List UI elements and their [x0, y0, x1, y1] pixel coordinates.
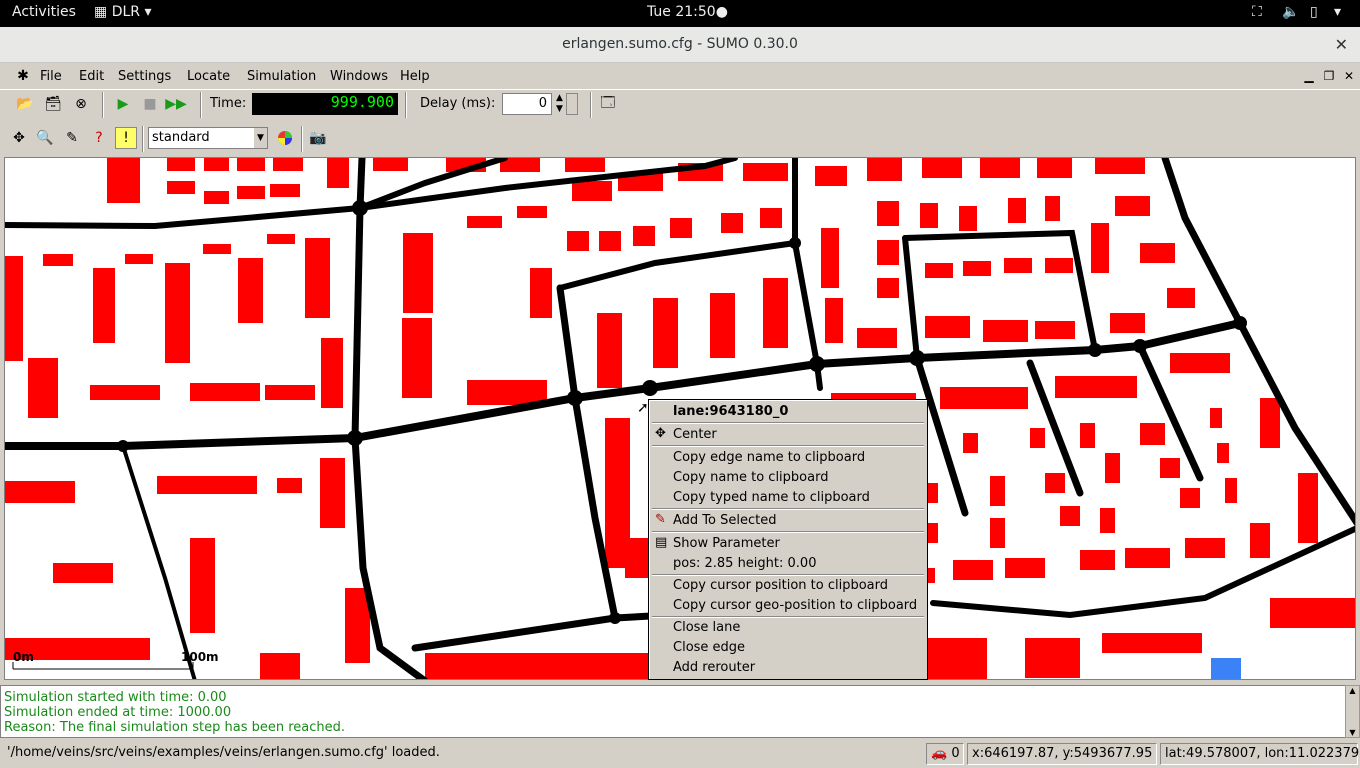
- message-line: Simulation started with time: 0.00: [4, 690, 227, 705]
- menu-position-info: pos: 2.85 height: 0.00: [673, 556, 817, 571]
- volume-icon[interactable]: 🔈: [1282, 4, 1299, 20]
- menu-copy-cursor-position[interactable]: Copy cursor position to clipboard: [673, 578, 888, 593]
- toolbar-separator: [405, 92, 407, 118]
- battery-icon[interactable]: ▯: [1310, 4, 1318, 20]
- cursor-icon: ➚: [637, 400, 649, 416]
- vehicle-count: 🚗 0: [926, 743, 964, 765]
- toolbar-separator: [142, 126, 144, 152]
- message-window[interactable]: Simulation started with time: 0.00 Simul…: [0, 685, 1346, 738]
- menu-add-to-selected[interactable]: Add To Selected: [673, 513, 776, 528]
- scale-bar-right-label: 100m: [181, 650, 219, 664]
- toolbar-separator: [590, 92, 592, 118]
- delay-input[interactable]: 0: [502, 93, 552, 115]
- menu-help[interactable]: Help: [400, 69, 430, 84]
- menu-close-edge[interactable]: Close edge: [673, 640, 745, 655]
- network-icon[interactable]: ⛶: [1252, 4, 1262, 20]
- toolbar-separator: [102, 92, 104, 118]
- cursor-latlon: lat:49.578007, lon:11.022379: [1160, 743, 1359, 765]
- status-bar: '/home/veins/src/veins/examples/veins/er…: [0, 740, 1360, 768]
- scroll-down-icon[interactable]: ▼: [1346, 728, 1359, 737]
- simulation-toolbar: 📂 🗃 ⊗ ▶ ■ ▶▶ Time: 999.900 Delay (ms): 0…: [0, 89, 1360, 120]
- sumo-logo-icon: ✱: [17, 68, 29, 84]
- menu-separator: [652, 616, 924, 618]
- new-view-icon[interactable]: 🗔: [597, 93, 619, 115]
- select-icon[interactable]: ✎: [61, 127, 83, 149]
- menu-separator: [652, 445, 924, 447]
- recenter-icon[interactable]: ✥: [8, 127, 30, 149]
- scroll-up-icon[interactable]: ▲: [1346, 686, 1359, 695]
- menubar: ✱ File Edit Settings Locate Simulation W…: [0, 63, 1360, 89]
- center-icon: ✥: [655, 426, 666, 441]
- time-label: Time:: [210, 96, 247, 111]
- menu-file[interactable]: File: [40, 69, 62, 84]
- menu-copy-edge-name[interactable]: Copy edge name to clipboard: [673, 450, 865, 465]
- step-icon[interactable]: ▶▶: [165, 93, 187, 115]
- scheme-select[interactable]: standard: [148, 127, 268, 149]
- menu-separator: [652, 574, 924, 576]
- play-icon[interactable]: ▶: [112, 93, 134, 115]
- menu-add-rerouter[interactable]: Add rerouter: [673, 660, 755, 675]
- status-message: '/home/veins/src/veins/examples/veins/er…: [7, 745, 440, 760]
- toolbar-separator: [301, 126, 303, 152]
- message-scrollbar[interactable]: ▲ ▼: [1345, 685, 1360, 738]
- window-title: erlangen.sumo.cfg - SUMO 0.30.0: [562, 36, 798, 52]
- menu-close-lane[interactable]: Close lane: [673, 620, 740, 635]
- app-menu[interactable]: ▦ DLR ▾: [94, 4, 151, 20]
- close-sim-icon[interactable]: ⊗: [70, 93, 92, 115]
- view-toolbar: ✥ 🔍 ✎ ? ! standard ▼ 📷: [0, 122, 1360, 156]
- context-header: lane:9643180_0: [673, 404, 789, 419]
- delay-label: Delay (ms):: [420, 96, 496, 111]
- toolbar-separator: [200, 92, 202, 118]
- menu-simulation[interactable]: Simulation: [247, 69, 316, 84]
- screenshot-icon[interactable]: 📷: [307, 127, 329, 149]
- restore-mdi-icon[interactable]: ❐: [1318, 65, 1340, 87]
- vehicle-count-value: 0: [951, 746, 960, 761]
- window-titlebar: erlangen.sumo.cfg - SUMO 0.30.0 ✕: [0, 27, 1360, 63]
- reload-icon[interactable]: 🗃: [42, 93, 64, 115]
- menu-settings[interactable]: Settings: [118, 69, 171, 84]
- menu-center[interactable]: Center: [673, 427, 717, 442]
- system-top-bar: Activities ▦ DLR ▾ Tue 21:50● ⛶ 🔈 ▯ ▾: [0, 0, 1360, 27]
- stop-icon[interactable]: ■: [139, 93, 161, 115]
- clock[interactable]: Tue 21:50●: [647, 4, 728, 20]
- menu-separator: [652, 508, 924, 510]
- add-selected-icon: ✎: [655, 512, 666, 527]
- context-menu: lane:9643180_0 ✥ Center Copy edge name t…: [648, 399, 928, 680]
- message-line: Simulation ended at time: 1000.00: [4, 705, 232, 720]
- activities-button[interactable]: Activities: [12, 4, 76, 20]
- color-scheme-icon[interactable]: [274, 127, 296, 149]
- scale-bar-left-label: 0m: [13, 650, 34, 664]
- delay-spinner[interactable]: ▲ ▼: [553, 93, 566, 115]
- menu-copy-name[interactable]: Copy name to clipboard: [673, 470, 828, 485]
- menu-separator: [652, 422, 924, 424]
- system-menu-icon[interactable]: ▾: [1334, 4, 1341, 20]
- chevron-down-icon: ▾: [144, 4, 152, 20]
- show-params-icon[interactable]: ?: [88, 127, 110, 149]
- menu-windows[interactable]: Windows: [330, 69, 388, 84]
- message-line: Reason: The final simulation step has be…: [4, 720, 346, 735]
- sumo-logo-icon: ▦: [94, 4, 108, 20]
- menu-separator: [652, 531, 924, 533]
- car-icon: 🚗: [931, 746, 948, 761]
- menu-edit[interactable]: Edit: [79, 69, 104, 84]
- locate-icon[interactable]: 🔍: [34, 127, 56, 149]
- menu-copy-cursor-geo-position[interactable]: Copy cursor geo-position to clipboard: [673, 598, 917, 613]
- menu-locate[interactable]: Locate: [187, 69, 230, 84]
- close-window-icon[interactable]: ✕: [1335, 35, 1348, 54]
- app-menu-label: DLR: [111, 4, 140, 20]
- time-display: 999.900: [252, 93, 398, 115]
- menu-copy-typed-name[interactable]: Copy typed name to clipboard: [673, 490, 870, 505]
- delay-slider[interactable]: [566, 93, 578, 115]
- chevron-down-icon[interactable]: ▼: [254, 128, 267, 148]
- menu-show-parameter[interactable]: Show Parameter: [673, 536, 780, 551]
- minimize-mdi-icon[interactable]: ▁: [1298, 65, 1320, 87]
- show-parameter-icon: ▤: [655, 535, 668, 550]
- close-mdi-icon[interactable]: ✕: [1338, 65, 1360, 87]
- cursor-xy: x:646197.87, y:5493677.95: [967, 743, 1157, 765]
- vehicle-marker[interactable]: [1211, 658, 1241, 680]
- tooltip-icon[interactable]: !: [115, 127, 137, 149]
- open-icon[interactable]: 📂: [14, 93, 36, 115]
